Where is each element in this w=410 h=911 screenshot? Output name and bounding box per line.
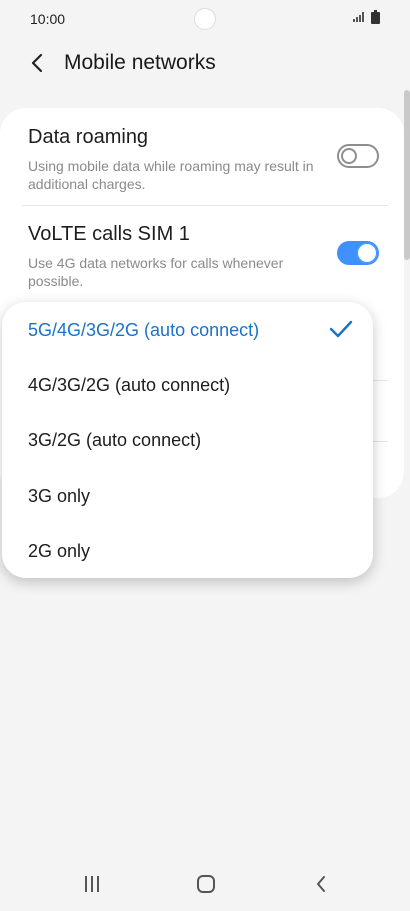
setting-title: VoLTE calls SIM 1 (28, 223, 190, 245)
navigation-bar (0, 860, 410, 911)
app-header: Mobile networks (0, 38, 410, 88)
back-button[interactable] (22, 48, 52, 78)
setting-title: Data roaming (28, 126, 149, 148)
checkmark-icon (329, 320, 353, 338)
home-button[interactable] (191, 872, 221, 896)
status-icons (353, 10, 380, 24)
divider (22, 205, 388, 206)
scrollbar[interactable] (404, 90, 410, 260)
toggle-knob (341, 148, 357, 164)
status-bar: 10:00 (0, 0, 410, 38)
network-option-2g-only[interactable]: 2G only (28, 541, 90, 562)
recents-icon (85, 876, 99, 892)
recents-button[interactable] (77, 872, 107, 896)
network-option-4g[interactable]: 4G/3G/2G (auto connect) (28, 375, 230, 396)
network-option-5g[interactable]: 5G/4G/3G/2G (auto connect) (28, 320, 259, 341)
chevron-left-icon (31, 53, 43, 73)
signal-icon (353, 12, 364, 22)
setting-volte-calls[interactable]: VoLTE calls SIM 1 Use 4G data networks f… (28, 223, 388, 290)
battery-icon (371, 10, 380, 24)
nav-back-button[interactable] (306, 872, 336, 896)
home-icon (197, 875, 215, 893)
back-icon (317, 876, 325, 892)
network-mode-menu: 5G/4G/3G/2G (auto connect) 4G/3G/2G (aut… (2, 302, 373, 578)
setting-data-roaming[interactable]: Data roaming Using mobile data while roa… (28, 126, 388, 193)
setting-subtitle: Using mobile data while roaming may resu… (28, 158, 314, 192)
camera-cutout (194, 8, 216, 30)
network-option-3g-only[interactable]: 3G only (28, 486, 90, 507)
status-time: 10:00 (30, 11, 66, 27)
data-roaming-toggle[interactable] (337, 144, 379, 168)
page-title: Mobile networks (64, 51, 216, 74)
network-option-3g-2g[interactable]: 3G/2G (auto connect) (28, 430, 201, 451)
toggle-knob (357, 243, 377, 263)
setting-subtitle: Use 4G data networks for calls whenever … (28, 255, 284, 289)
volte-toggle[interactable] (337, 241, 379, 265)
